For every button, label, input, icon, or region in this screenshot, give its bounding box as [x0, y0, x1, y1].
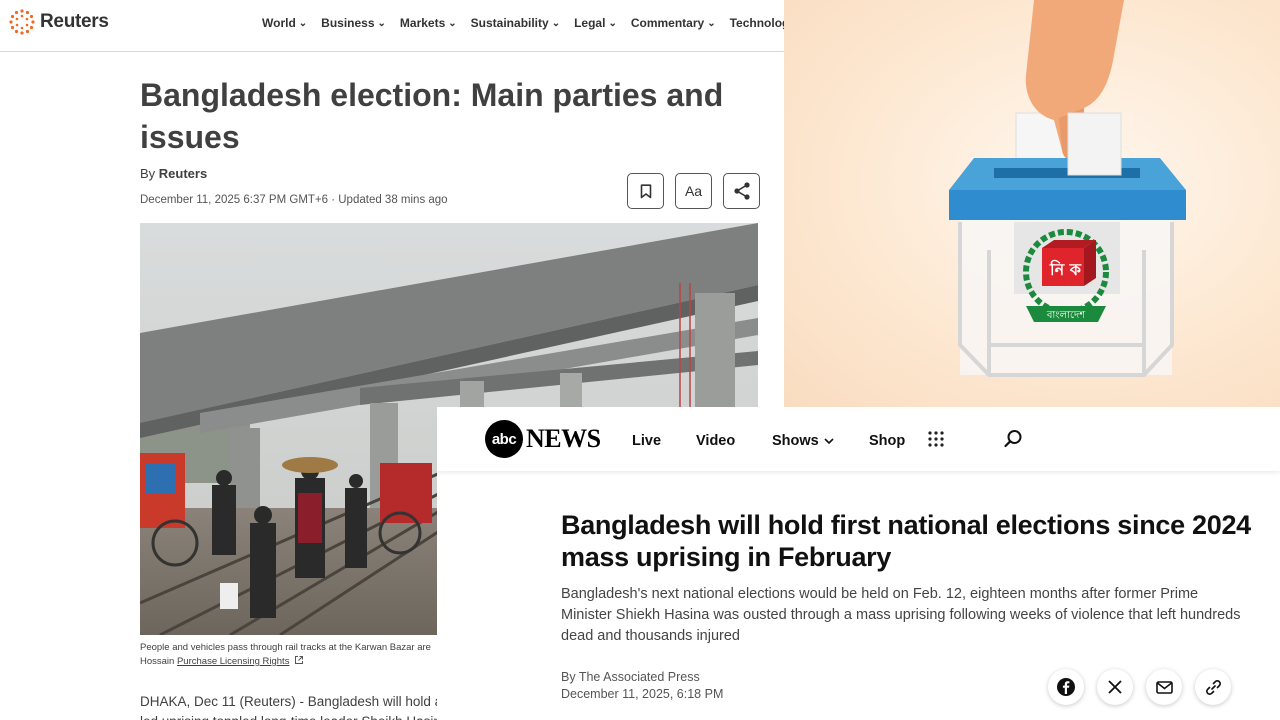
chevron-down-icon: ⌄	[298, 17, 308, 29]
reuters-dateline: December 11, 2025 6:37 PM GMT+6 · Update…	[140, 194, 448, 206]
nav-commentary[interactable]: Commentary ⌄	[631, 16, 716, 30]
abc-summary: Bangladesh's next national elections wou…	[561, 586, 1241, 644]
font-size-label: Aa	[684, 183, 703, 199]
nav-technology[interactable]: Technology⌄	[730, 16, 784, 30]
abc-date: December 11, 2025, 6:18 PM	[561, 687, 724, 701]
byline-author-link[interactable]: Reuters	[159, 166, 207, 181]
caption-credit: Hossain	[140, 656, 175, 667]
apps-grid-icon[interactable]	[927, 430, 945, 452]
share-button[interactable]	[723, 173, 760, 209]
font-size-button[interactable]: Aa	[675, 173, 712, 209]
nav-legal[interactable]: Legal ⌄	[574, 16, 617, 30]
abc-nav: Live Video Shows Shop	[632, 430, 945, 452]
chevron-down-icon: ⌄	[377, 17, 386, 29]
reuters-logo-text: Reuters	[40, 11, 109, 32]
abc-news-logo[interactable]: abc NEWS	[485, 420, 601, 458]
nav-business-label: Business	[321, 16, 375, 30]
abc-news-article-panel: abc NEWS Live Video Shows Shop Banglades…	[437, 407, 1280, 720]
abc-header: abc NEWS Live Video Shows Shop	[437, 407, 1280, 471]
mail-icon	[1155, 680, 1173, 694]
chevron-down-icon: ⌄	[707, 17, 716, 29]
reuters-header: Reuters World ⌄ Business ⌄ Markets ⌄ Sustai…	[0, 0, 784, 52]
body-line2: led uprising toppled long-time leader Sh…	[140, 712, 440, 720]
ballot-box-illustration: নি ক বাংলাদেশ	[784, 0, 1280, 407]
search-icon[interactable]	[1003, 429, 1023, 454]
emblem-letters: নি ক	[1049, 259, 1082, 279]
bookmark-button[interactable]	[627, 173, 664, 209]
nav-markets-label: Markets	[399, 16, 446, 30]
article-tools: Aa	[627, 173, 760, 209]
reuters-headline: Bangladesh election: Main parties and is…	[140, 77, 724, 155]
article-body: DHAKA, Dec 11 (Reuters) - Bangladesh wil…	[140, 692, 440, 720]
nav-shows[interactable]: Shows	[772, 433, 869, 449]
bookmark-icon	[640, 183, 651, 198]
nav-live[interactable]: Live	[632, 433, 696, 449]
chevron-down-icon	[824, 437, 834, 444]
emblem-text: বাংলাদেশ	[1046, 310, 1086, 321]
nav-sustainability[interactable]: Sustainability ⌄	[471, 16, 560, 30]
copy-link-button[interactable]	[1195, 669, 1231, 705]
nav-technology-label: Technology	[729, 16, 784, 30]
share-icon	[733, 182, 750, 200]
nav-world-label: World	[262, 16, 296, 30]
nav-shows-label: Shows	[772, 433, 819, 449]
nav-video[interactable]: Video	[696, 433, 772, 449]
abc-logo-circle: abc	[485, 420, 523, 458]
body-line1: DHAKA, Dec 11 (Reuters) - Bangladesh wil…	[140, 692, 440, 712]
email-share-button[interactable]	[1146, 669, 1182, 705]
nav-world[interactable]: World ⌄	[262, 16, 307, 30]
chevron-down-icon: ⌄	[551, 17, 561, 29]
byline-prefix: By	[140, 166, 156, 181]
nav-markets[interactable]: Markets ⌄	[400, 16, 457, 30]
reuters-logo[interactable]: Reuters	[8, 8, 109, 36]
body-text: DHAKA, Dec 11 (Reuters) - Bangladesh wil…	[140, 694, 440, 709]
chevron-down-icon: ⌄	[608, 17, 617, 29]
purchase-licensing-link[interactable]: Purchase Licensing Rights	[177, 656, 289, 667]
facebook-share-button[interactable]	[1048, 669, 1084, 705]
nav-business[interactable]: Business ⌄	[321, 16, 386, 30]
nav-legal-label: Legal	[574, 16, 606, 30]
abc-share-buttons	[1048, 669, 1231, 705]
external-link-icon	[295, 656, 304, 664]
ballot-box-image: নি ক বাংলাদেশ	[949, 0, 1186, 377]
news-logo-word: NEWS	[526, 424, 601, 453]
caption-line1: People and vehicles pass through rail tr…	[140, 642, 431, 653]
nav-sustainability-label: Sustainability	[470, 16, 549, 30]
x-icon	[1108, 680, 1122, 694]
link-icon	[1205, 679, 1221, 695]
abc-headline: Bangladesh will hold first national elec…	[561, 510, 1251, 572]
photo-caption: People and vehicles pass through rail tr…	[140, 641, 440, 669]
reuters-nav: World ⌄ Business ⌄ Markets ⌄ Sustainability…	[262, 16, 784, 30]
reuters-logo-icon	[9, 9, 35, 35]
x-share-button[interactable]	[1097, 669, 1133, 705]
nav-commentary-label: Commentary	[630, 16, 705, 30]
reuters-byline: By Reuters	[140, 166, 207, 181]
nav-shop[interactable]: Shop	[869, 433, 927, 449]
abc-author: By The Associated Press	[561, 670, 700, 684]
caption-line2: Hossain Purchase Licensing Rights	[140, 655, 440, 669]
facebook-icon	[1057, 678, 1075, 696]
chevron-down-icon: ⌄	[448, 17, 457, 29]
